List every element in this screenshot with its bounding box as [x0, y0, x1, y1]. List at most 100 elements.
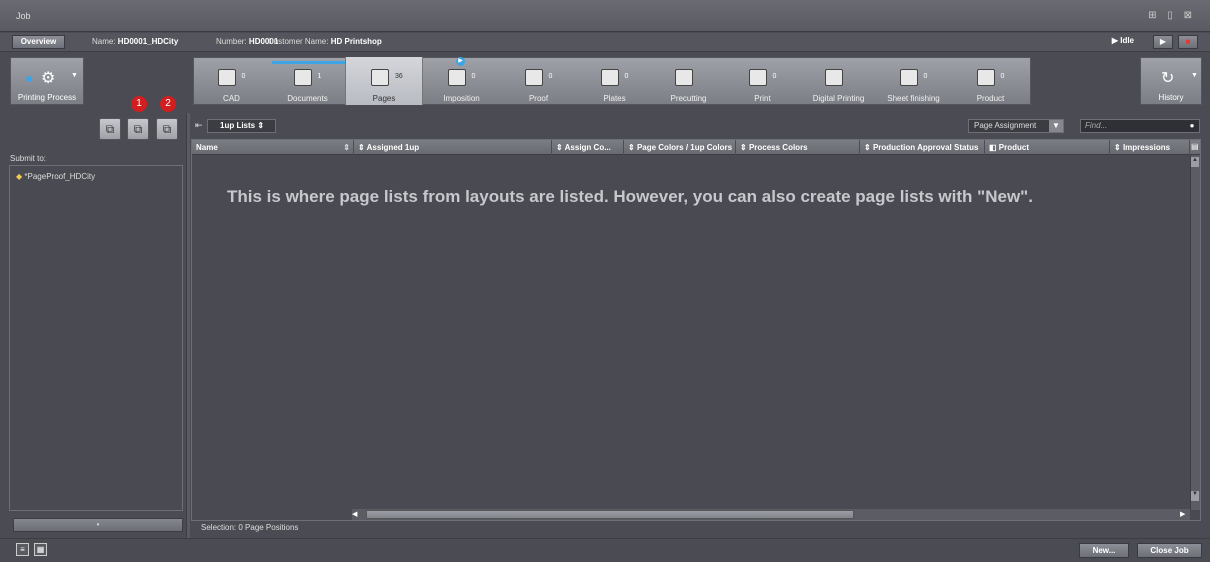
- step-cad[interactable]: 0 CAD: [193, 57, 270, 105]
- scroll-right-icon[interactable]: ▶: [1180, 510, 1185, 518]
- step-count: 0: [548, 73, 553, 80]
- step-count: 1: [317, 73, 322, 80]
- history-icon: ↻: [1161, 70, 1175, 87]
- vertical-scrollbar[interactable]: ▲ ▼: [1190, 155, 1200, 510]
- product-icon: ◧: [989, 143, 997, 152]
- edit-target-button[interactable]: ⧉: [127, 118, 149, 140]
- remove-target-button[interactable]: ⧉: [156, 118, 178, 140]
- detail-view-icon[interactable]: ▦: [34, 543, 47, 556]
- step-count: 0: [624, 73, 629, 80]
- chevron-down-icon: ▼: [1191, 72, 1198, 79]
- step-label: Print: [754, 94, 771, 103]
- pageproof-icon: ◆: [16, 172, 23, 181]
- sheet-finishing-icon: [899, 69, 918, 86]
- col-assign-co[interactable]: ⇕ Assign Co...: [552, 140, 624, 155]
- add-target-button[interactable]: ⧉: [99, 118, 121, 140]
- scroll-up-icon[interactable]: ▲: [1191, 157, 1199, 167]
- job-name: Name: HD0001_HDCity: [92, 37, 179, 46]
- step-label: Plates: [603, 94, 626, 103]
- step-label: Proof: [528, 94, 549, 103]
- job-window: Job ⊞ ▯ ⊠ Overview Name: HD0001_HDCity N…: [0, 0, 1210, 562]
- panel-splitter[interactable]: [186, 113, 190, 538]
- digital-printing-icon: [824, 69, 843, 86]
- search-icon: ●: [1189, 121, 1195, 130]
- scroll-left-icon[interactable]: ◀: [352, 510, 357, 518]
- stop-button[interactable]: ■: [1178, 35, 1198, 49]
- step-label: Product: [976, 94, 1005, 103]
- overview-button[interactable]: Overview: [12, 35, 65, 49]
- sort-icon: ⇕: [1114, 143, 1121, 152]
- step-digital-printing[interactable]: Digital Printing: [800, 57, 877, 105]
- scroll-down-icon[interactable]: ▼: [1191, 491, 1199, 501]
- step-plates[interactable]: 0 Plates: [577, 57, 652, 105]
- proof-icon: [524, 69, 543, 86]
- title-bar: Job ⊞ ▯ ⊠: [0, 0, 1210, 32]
- printing-process-button[interactable]: ● ⚙ ▼ Printing Process: [10, 57, 84, 105]
- step-print[interactable]: 0 Print: [725, 57, 800, 105]
- status-idle: ▶ Idle: [1111, 36, 1134, 45]
- col-product[interactable]: ◧ Product: [985, 140, 1110, 155]
- new-button[interactable]: New...: [1079, 543, 1129, 558]
- step-label: Documents: [287, 94, 328, 103]
- customer-name: Customer Name: HD Printshop: [268, 37, 382, 46]
- step-label: CAD: [223, 94, 240, 103]
- updown-icon: ⇕: [257, 121, 265, 130]
- step-sheet-finishing[interactable]: 0 Sheet finishing: [877, 57, 950, 105]
- badge-2: 2: [160, 96, 176, 112]
- bottom-bar: [0, 538, 1210, 562]
- left-panel-bar[interactable]: •: [13, 518, 183, 532]
- horizontal-scroll-thumb[interactable]: [366, 510, 854, 519]
- play-button[interactable]: ▶: [1153, 35, 1173, 49]
- cad-icon: [217, 69, 236, 86]
- step-label: Sheet finishing: [887, 94, 940, 103]
- col-impressions[interactable]: ⇕ Impressions: [1110, 140, 1190, 155]
- submit-to-label: Submit to:: [10, 154, 47, 163]
- sort-icon: ⇕: [343, 143, 350, 152]
- chevron-down-icon: ▼: [1049, 120, 1063, 132]
- history-button[interactable]: ↻ ▼ History: [1140, 57, 1202, 105]
- submit-item[interactable]: ◆ *PageProof_HDCity: [16, 172, 95, 181]
- precutting-icon: [674, 69, 693, 86]
- step-count: 0: [923, 73, 928, 80]
- step-proof[interactable]: 0 Proof: [500, 57, 577, 105]
- sort-icon: ⇕: [628, 143, 635, 152]
- empty-message: This is where page lists from layouts ar…: [227, 187, 1033, 206]
- window-controls[interactable]: ⊞ ▯ ⊠: [1148, 10, 1196, 21]
- sort-icon: ⇕: [358, 143, 365, 152]
- window-title: Job: [16, 11, 31, 21]
- documents-icon: [293, 69, 312, 86]
- step-precutting[interactable]: Precutting: [652, 57, 725, 105]
- find-input[interactable]: Find... ●: [1080, 119, 1200, 133]
- badge-1: 1: [131, 96, 147, 112]
- col-production-approval[interactable]: ⇕ Production Approval Status: [860, 140, 985, 155]
- step-count: 0: [241, 73, 246, 80]
- step-count: 0: [772, 73, 777, 80]
- sort-icon: ⇕: [556, 143, 563, 152]
- col-name[interactable]: Name ⇕: [192, 140, 354, 155]
- col-assigned-1up[interactable]: ⇕ Assigned 1up: [354, 140, 552, 155]
- step-count: 0: [1000, 73, 1005, 80]
- col-process-colors[interactable]: ⇕ Process Colors: [736, 140, 860, 155]
- step-product[interactable]: 0 Product: [950, 57, 1031, 105]
- table-header: Name ⇕ ⇕ Assigned 1up ⇕ Assign Co... ⇕ Pa…: [192, 140, 1200, 155]
- list-type-dropdown[interactable]: 1up Lists ⇕: [207, 119, 276, 133]
- step-count: 0: [471, 73, 476, 80]
- info-icon: ●: [25, 70, 34, 86]
- column-chooser-icon[interactable]: ▤: [1191, 142, 1199, 151]
- tree-toggle-icon[interactable]: ⇤: [195, 120, 203, 131]
- step-pages[interactable]: 36 Pages: [345, 57, 423, 105]
- step-label: Pages: [372, 94, 396, 103]
- list-view-icon[interactable]: ≡: [16, 543, 29, 556]
- page-assignment-dropdown[interactable]: Page Assignment ▼: [968, 119, 1064, 133]
- col-page-colors[interactable]: ⇕ Page Colors / 1up Colors: [624, 140, 736, 155]
- step-imposition[interactable]: 0 Imposition: [423, 57, 500, 105]
- chevron-down-icon: ▼: [71, 72, 78, 79]
- plates-icon: [600, 69, 619, 86]
- close-job-button[interactable]: Close Job: [1137, 543, 1202, 558]
- sort-icon: ⇕: [740, 143, 747, 152]
- product-icon: [976, 69, 995, 86]
- step-label: Precutting: [670, 94, 707, 103]
- step-documents[interactable]: 1 Documents: [270, 57, 345, 105]
- pages-icon: [371, 69, 389, 86]
- page-list-table: Name ⇕ ⇕ Assigned 1up ⇕ Assign Co... ⇕ Pa…: [191, 139, 1201, 521]
